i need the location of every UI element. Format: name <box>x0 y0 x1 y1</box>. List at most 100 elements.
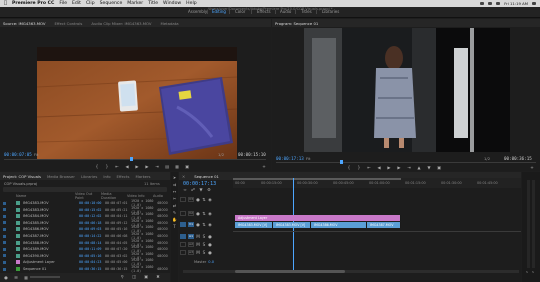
razor-tool-icon[interactable]: ✂ <box>172 196 177 201</box>
workspace-tab-assembly[interactable]: Assembly <box>188 9 207 14</box>
hand-tool-icon[interactable]: ✋ <box>172 217 177 222</box>
track-select-tool-icon[interactable]: ⇉ <box>172 182 177 187</box>
source-video-frame[interactable] <box>37 47 237 159</box>
program-fit-dropdown[interactable]: Fit <box>306 156 310 161</box>
go-to-out-icon[interactable]: ⇥ <box>407 165 411 170</box>
go-to-out-icon[interactable]: ⇥ <box>155 164 159 169</box>
battery-icon[interactable] <box>496 2 501 5</box>
source-playhead[interactable] <box>130 157 133 161</box>
source-time-ruler[interactable] <box>4 159 266 160</box>
target-toggle[interactable] <box>180 250 186 255</box>
mute-icon[interactable]: M <box>196 242 200 247</box>
go-to-in-icon[interactable]: ⇤ <box>115 164 119 169</box>
settings-icon[interactable]: ⚙ <box>207 187 211 192</box>
target-toggle[interactable] <box>180 197 186 202</box>
label-color-swatch[interactable] <box>3 267 6 271</box>
track-label-v1[interactable]: V1 <box>188 222 194 227</box>
clip-v1[interactable]: IMG4387.MOV <box>367 222 401 228</box>
track-label-a3[interactable]: A3 <box>188 250 194 255</box>
program-quality-dropdown[interactable]: 1/2 <box>484 156 490 161</box>
go-to-in-icon[interactable]: ⇤ <box>367 165 371 170</box>
solo-right-button[interactable]: S <box>532 270 534 274</box>
step-back-icon[interactable]: ◀ <box>377 165 381 170</box>
tab-audio-clip-mixer[interactable]: Audio Clip Mixer: IMG4363.MOV <box>91 21 151 26</box>
clear-icon[interactable]: ✖ <box>156 274 160 279</box>
apple-icon[interactable]:  <box>4 1 8 6</box>
tab-metadata[interactable]: Metadata <box>161 21 179 26</box>
label-color-swatch[interactable] <box>3 208 6 212</box>
type-tool-icon[interactable]: T <box>172 224 177 229</box>
label-color-swatch[interactable] <box>3 221 6 225</box>
slip-tool-icon[interactable]: ⇄ <box>172 203 177 208</box>
solo-icon[interactable]: S <box>202 250 206 255</box>
solo-left-button[interactable]: S <box>526 270 528 274</box>
workspace-tab-effects[interactable]: Effects <box>257 9 271 14</box>
track-label-a2[interactable]: A2 <box>188 242 194 247</box>
play-icon[interactable]: ▶ <box>135 164 139 169</box>
work-area-bar[interactable] <box>233 178 401 180</box>
timeline-scrollbar[interactable] <box>183 270 519 273</box>
mark-in-icon[interactable]: { <box>347 165 351 170</box>
eye-icon[interactable]: ◉ <box>208 222 212 227</box>
sync-lock-icon[interactable]: ⇅ <box>202 211 206 216</box>
mute-icon[interactable]: M <box>196 234 200 239</box>
clip-v1[interactable]: IMG4383.MOV [V] <box>235 222 273 228</box>
source-quality-dropdown[interactable]: 1/2 <box>218 152 224 157</box>
sync-lock-icon[interactable]: ⇅ <box>202 197 206 202</box>
menu-edit[interactable]: Edit <box>72 1 81 6</box>
mic-icon[interactable]: ● <box>208 234 212 239</box>
source-timecode-in[interactable]: 00:00:07:05 <box>4 152 32 157</box>
target-toggle[interactable] <box>180 234 186 239</box>
menu-marker[interactable]: Marker <box>127 1 143 6</box>
mark-out-icon[interactable]: } <box>357 165 361 170</box>
menu-window[interactable]: Window <box>163 1 181 6</box>
clock[interactable]: Fri 11:19 AM <box>504 1 528 6</box>
track-label-v3[interactable]: V3 <box>188 197 194 202</box>
target-toggle[interactable] <box>180 222 186 227</box>
menu-clip[interactable]: Clip <box>86 1 95 6</box>
workspace-tab-color[interactable]: Color <box>235 9 245 14</box>
label-color-swatch[interactable] <box>3 241 6 245</box>
new-item-icon[interactable]: ▣ <box>144 274 148 279</box>
ripple-edit-tool-icon[interactable]: ↔ <box>172 189 177 194</box>
eye-icon[interactable]: ◉ <box>208 197 212 202</box>
mark-out-icon[interactable]: } <box>105 164 109 169</box>
solo-icon[interactable]: S <box>202 234 206 239</box>
pen-tool-icon[interactable]: ✎ <box>172 210 177 215</box>
mute-icon[interactable]: M <box>196 250 200 255</box>
mic-icon[interactable]: ● <box>208 250 212 255</box>
lock-icon[interactable]: ● <box>196 197 200 202</box>
target-toggle[interactable] <box>180 242 186 247</box>
insert-icon[interactable]: ▤ <box>165 164 169 169</box>
wifi-icon[interactable] <box>488 2 493 5</box>
track-label-v2[interactable]: V2 <box>188 211 194 216</box>
icon-view-icon[interactable]: ▦ <box>24 275 28 280</box>
menu-app-name[interactable]: Premiere Pro CC <box>12 1 54 6</box>
tab-markers[interactable]: Markers <box>135 174 150 179</box>
label-color-swatch[interactable] <box>3 254 6 258</box>
label-color-swatch[interactable] <box>3 227 6 231</box>
menu-help[interactable]: Help <box>186 1 196 6</box>
clip-v1[interactable]: IMG4383.MOV [V] <box>273 222 311 228</box>
column-audio[interactable]: Audio <box>153 194 163 198</box>
mark-in-icon[interactable]: { <box>95 164 99 169</box>
zoom-slider[interactable] <box>30 276 60 278</box>
timeline-close-icon[interactable]: ✕ <box>182 174 185 179</box>
overwrite-icon[interactable]: ▦ <box>175 164 179 169</box>
play-icon[interactable]: ▶ <box>387 165 391 170</box>
master-volume[interactable]: 0.0 <box>208 260 214 264</box>
menu-sequence[interactable]: Sequence <box>100 1 123 6</box>
tab-program[interactable]: Program: Sequence 01 <box>275 21 318 26</box>
timeline-ruler[interactable]: 00:00 00:00:15:00 00:00:30:00 00:00:45:0… <box>233 178 521 188</box>
program-timecode-in[interactable]: 00:00:17:13 <box>276 156 304 161</box>
mic-icon[interactable]: ● <box>208 242 212 247</box>
workspace-tab-titles[interactable]: Titles <box>301 9 312 14</box>
linked-selection-icon[interactable]: ☍ <box>191 187 195 192</box>
tab-libraries[interactable]: Libraries <box>81 174 97 179</box>
label-color-swatch[interactable] <box>3 234 6 238</box>
program-time-ruler[interactable] <box>276 162 536 163</box>
clip-v1[interactable]: IMG4386.MOV <box>311 222 367 228</box>
timeline-scroll-thumb[interactable] <box>235 270 345 273</box>
sync-lock-icon[interactable]: ⇅ <box>202 222 206 227</box>
lock-icon[interactable]: ● <box>4 275 8 280</box>
